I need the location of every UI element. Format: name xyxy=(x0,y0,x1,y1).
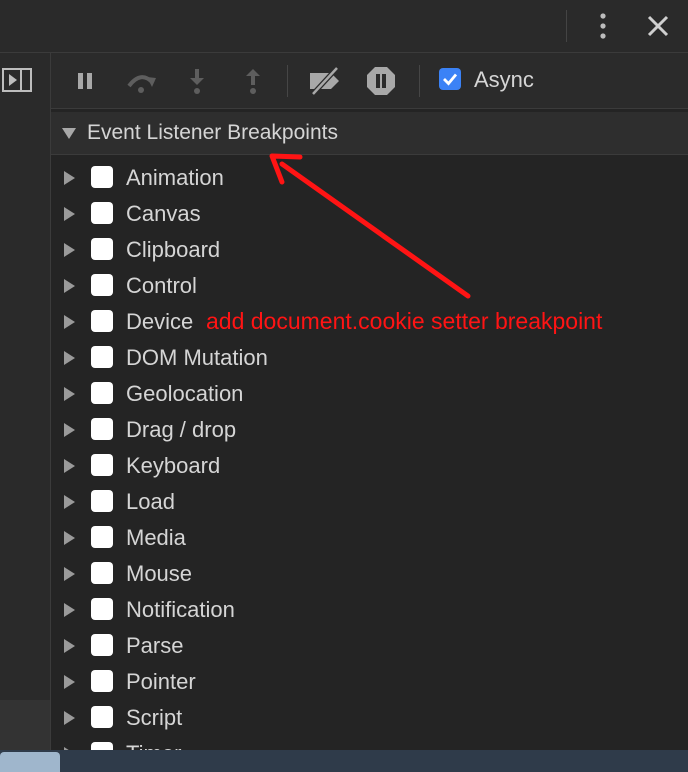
os-dock-strip xyxy=(0,750,688,772)
annotation-arrow xyxy=(269,153,471,299)
dock-item xyxy=(0,752,60,772)
